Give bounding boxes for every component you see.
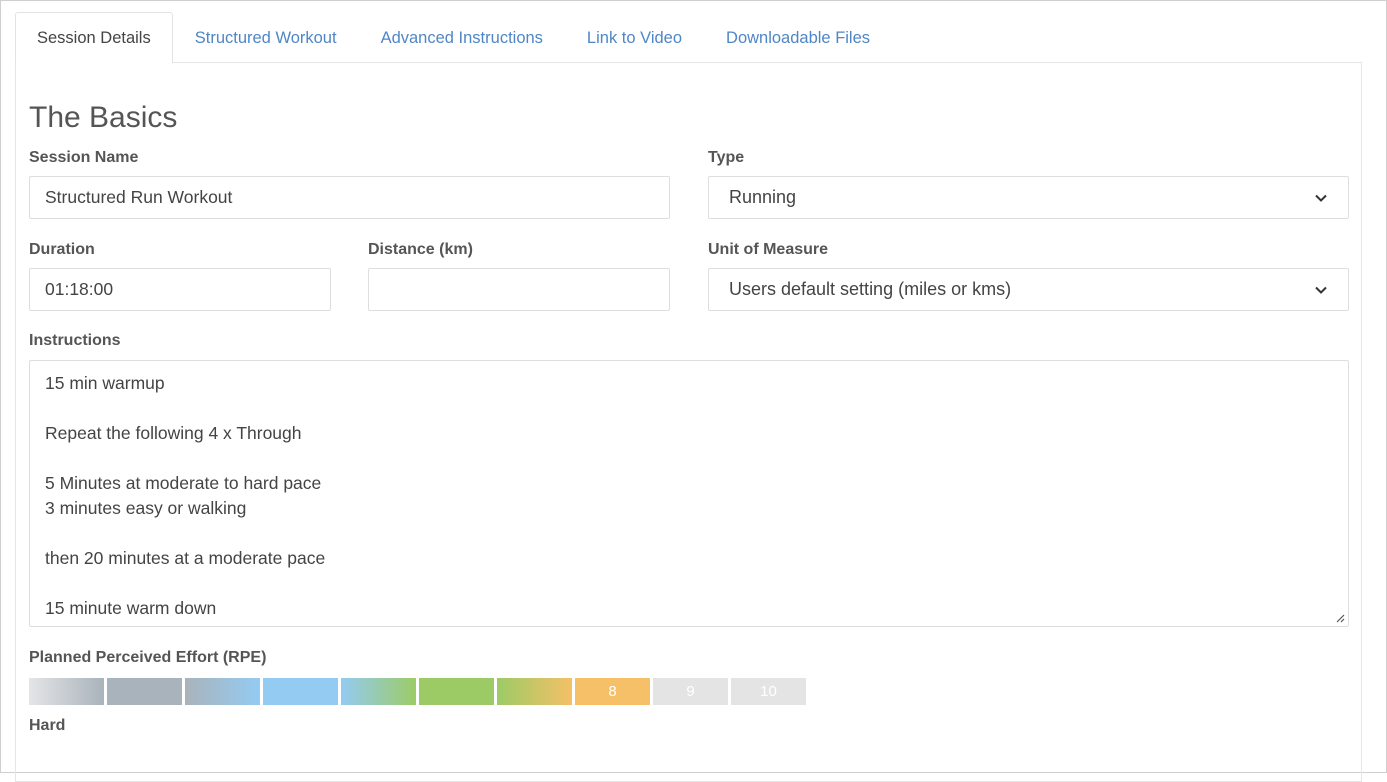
distance-label: Distance (km): [368, 241, 473, 258]
instructions-textarea[interactable]: 15 min warmup Repeat the following 4 x Th…: [29, 360, 1349, 627]
instructions-line: then 20 minutes at a moderate pace: [45, 548, 326, 568]
tab-bar: Session Details Structured Workout Advan…: [15, 12, 892, 63]
tab-downloadable-files[interactable]: Downloadable Files: [704, 12, 892, 63]
rpe-label: Planned Perceived Effort (RPE): [29, 649, 267, 666]
rpe-segment-10[interactable]: 10: [731, 678, 806, 705]
tab-advanced-instructions[interactable]: Advanced Instructions: [359, 12, 565, 63]
instructions-line: [45, 571, 1333, 596]
chevron-down-icon: [1315, 286, 1327, 294]
session-name-label: Session Name: [29, 149, 139, 166]
tab-session-details[interactable]: Session Details: [15, 12, 173, 63]
rpe-segment-7[interactable]: [497, 678, 572, 705]
unit-of-measure-label: Unit of Measure: [708, 241, 829, 258]
duration-label: Duration: [29, 241, 95, 258]
instructions-line: 15 min warmup: [45, 373, 165, 393]
instructions-line: 15 minute warm down: [45, 598, 217, 618]
rpe-scale: 8 9 10: [29, 678, 806, 705]
instructions-line: 5 Minutes at moderate to hard pace: [45, 473, 322, 493]
instructions-label: Instructions: [29, 332, 121, 349]
rpe-segment-2[interactable]: [107, 678, 182, 705]
session-name-input[interactable]: [29, 176, 670, 219]
rpe-segment-1[interactable]: [29, 678, 104, 705]
instructions-line: [45, 446, 1333, 471]
rpe-segment-8[interactable]: 8: [575, 678, 650, 705]
unit-of-measure-value: Users default setting (miles or kms): [729, 279, 1012, 299]
type-label: Type: [708, 149, 745, 166]
resize-handle-icon[interactable]: [1335, 613, 1345, 623]
type-select-value: Running: [729, 187, 797, 207]
instructions-line: 3 minutes easy or walking: [45, 498, 247, 518]
rpe-segment-3[interactable]: [185, 678, 260, 705]
section-title: The Basics: [29, 101, 178, 134]
instructions-line: Repeat the following 4 x Through: [45, 423, 302, 443]
rpe-segment-6[interactable]: [419, 678, 494, 705]
rpe-segment-9[interactable]: 9: [653, 678, 728, 705]
rpe-descriptor: Hard: [29, 717, 66, 734]
tab-link-to-video[interactable]: Link to Video: [565, 12, 704, 63]
tab-structured-workout[interactable]: Structured Workout: [173, 12, 359, 63]
duration-input[interactable]: [29, 268, 331, 311]
instructions-line: [45, 396, 1333, 421]
rpe-segment-5[interactable]: [341, 678, 416, 705]
unit-of-measure-select[interactable]: Users default setting (miles or kms): [708, 268, 1349, 311]
distance-input[interactable]: [368, 268, 670, 311]
rpe-segment-4[interactable]: [263, 678, 338, 705]
chevron-down-icon: [1315, 194, 1327, 202]
instructions-line: [45, 521, 1333, 546]
type-select[interactable]: Running: [708, 176, 1349, 219]
